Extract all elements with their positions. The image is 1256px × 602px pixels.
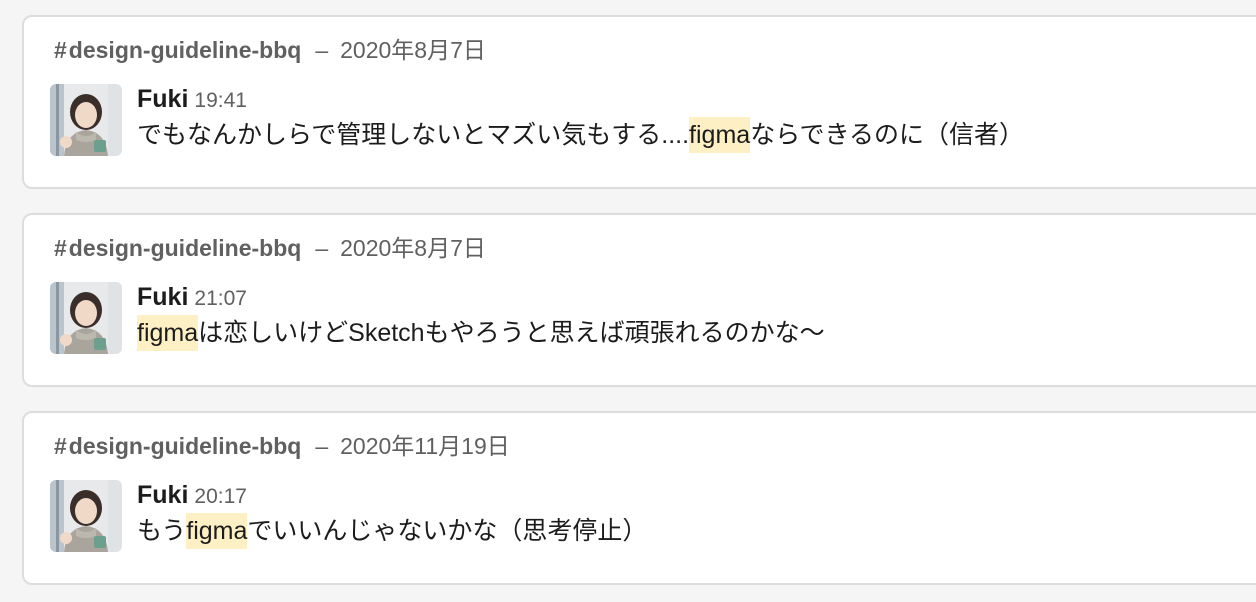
channel-link[interactable]: design-guideline-bbq: [69, 37, 302, 63]
message-meta: Fuki 20:17: [137, 479, 247, 515]
message-text-after: でいいんじゃないかな（思考停止）: [247, 517, 648, 545]
message-date: 2020年8月7日: [340, 235, 486, 261]
search-term-highlight: figma: [186, 513, 248, 549]
result-header: #design-guideline-bbq –2020年11月19日: [54, 429, 510, 463]
message-text-after: は恋しいけどSketchもやろうと思えば頑張れるのかな〜: [198, 319, 825, 347]
message-text: でもなんかしらで管理しないとマズい気もする....figmaならできるのに（信者…: [137, 115, 1024, 155]
message-text: figmaは恋しいけどSketchもやろうと思えば頑張れるのかな〜: [137, 313, 825, 353]
header-separator: –: [315, 37, 329, 63]
search-results-list: #design-guideline-bbq –2020年8月7日 Fuki 19:4…: [0, 0, 1256, 602]
avatar[interactable]: [50, 84, 122, 156]
message-meta: Fuki 21:07: [137, 281, 247, 317]
message-text-before: もう: [137, 517, 187, 545]
user-avatar-photo-icon: [50, 480, 122, 552]
channel-link[interactable]: design-guideline-bbq: [69, 433, 302, 459]
header-separator: –: [315, 235, 329, 261]
search-term-highlight: figma: [137, 315, 199, 351]
search-result-card[interactable]: #design-guideline-bbq –2020年8月7日 Fuki 19:4…: [22, 15, 1256, 189]
channel-hash-icon: #: [54, 235, 67, 261]
search-term-highlight: figma: [689, 117, 751, 153]
header-separator: –: [315, 433, 329, 459]
sender-name[interactable]: Fuki: [137, 481, 188, 509]
avatar[interactable]: [50, 282, 122, 354]
message-text-before: でもなんかしらで管理しないとマズい気もする....: [137, 121, 690, 149]
channel-hash-icon: #: [54, 433, 67, 459]
message-text: もうfigmaでいいんじゃないかな（思考停止）: [137, 511, 647, 551]
search-result-card[interactable]: #design-guideline-bbq –2020年11月19日 Fuki 20…: [22, 411, 1256, 585]
search-result-card[interactable]: #design-guideline-bbq –2020年8月7日 Fuki 21:0…: [22, 213, 1256, 387]
message-timestamp[interactable]: 19:41: [194, 89, 247, 112]
sender-name[interactable]: Fuki: [137, 85, 188, 113]
message-timestamp[interactable]: 20:17: [194, 485, 247, 508]
result-header: #design-guideline-bbq –2020年8月7日: [54, 33, 486, 67]
user-avatar-photo-icon: [50, 84, 122, 156]
message-date: 2020年8月7日: [340, 37, 486, 63]
message-timestamp[interactable]: 21:07: [194, 287, 247, 310]
channel-hash-icon: #: [54, 37, 67, 63]
sender-name[interactable]: Fuki: [137, 283, 188, 311]
user-avatar-photo-icon: [50, 282, 122, 354]
message-text-after: ならできるのに（信者）: [750, 121, 1024, 149]
channel-link[interactable]: design-guideline-bbq: [69, 235, 302, 261]
avatar[interactable]: [50, 480, 122, 552]
message-date: 2020年11月19日: [340, 433, 510, 459]
result-header: #design-guideline-bbq –2020年8月7日: [54, 231, 486, 265]
message-meta: Fuki 19:41: [137, 83, 247, 119]
